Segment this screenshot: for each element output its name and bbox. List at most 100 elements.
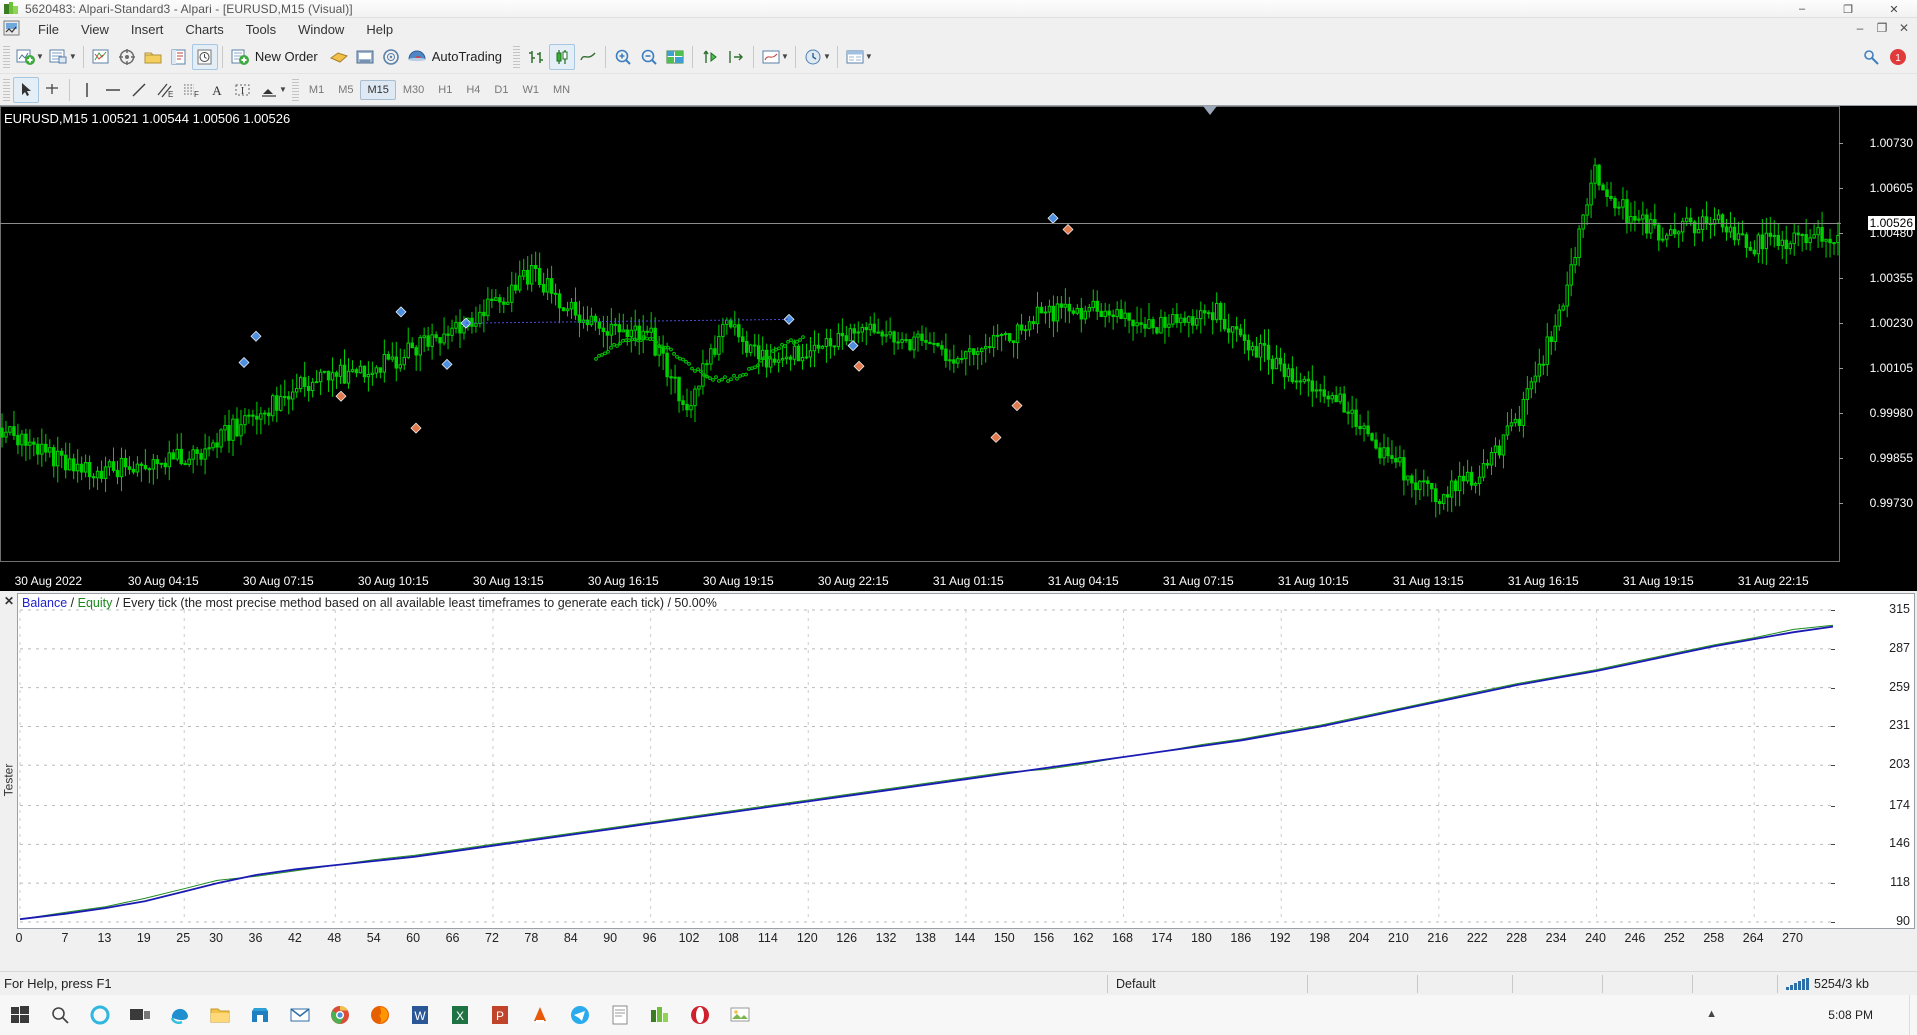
vertical-line-icon[interactable] xyxy=(74,77,100,103)
menu-window[interactable]: Window xyxy=(287,20,355,39)
auto-scroll-icon[interactable] xyxy=(378,44,404,70)
photos-icon[interactable] xyxy=(720,995,760,1035)
graph-x-label-1: 7 xyxy=(61,931,69,945)
vlc-icon[interactable] xyxy=(520,995,560,1035)
chevron-up-icon[interactable]: ▲ xyxy=(1706,1008,1717,1020)
indicators-icon[interactable] xyxy=(758,44,784,70)
strategy-tester-icon[interactable] xyxy=(191,43,218,70)
graph-x-label-26: 156 xyxy=(1033,931,1055,945)
status-cell-5 xyxy=(1602,974,1692,993)
status-cell-3 xyxy=(1417,974,1512,993)
trendline-icon[interactable] xyxy=(126,77,152,103)
price-axis[interactable]: 1.00730 1.00605 1.00526 1.00480 1.00355 … xyxy=(1839,106,1917,591)
close-icon[interactable]: ✕ xyxy=(2,594,16,608)
autotrading-icon[interactable] xyxy=(404,44,430,70)
menu-charts[interactable]: Charts xyxy=(174,20,234,39)
graph-x-label-10: 60 xyxy=(406,931,421,945)
search-icon[interactable] xyxy=(40,995,80,1035)
menu-insert[interactable]: Insert xyxy=(120,20,175,39)
timeframe-d1[interactable]: D1 xyxy=(487,80,515,100)
expert-advisors-icon[interactable] xyxy=(326,44,352,70)
close-button[interactable]: ✕ xyxy=(1871,0,1917,18)
timeframe-m30[interactable]: M30 xyxy=(396,80,431,100)
horizontal-line-icon[interactable] xyxy=(100,77,126,103)
new-chart-icon[interactable] xyxy=(13,44,39,70)
excel-icon[interactable]: X xyxy=(440,995,480,1035)
candlestick-chart-icon[interactable] xyxy=(549,43,576,70)
zoom-out-icon[interactable] xyxy=(636,44,662,70)
bar-chart-icon[interactable] xyxy=(523,44,549,70)
telegram-icon[interactable] xyxy=(560,995,600,1035)
timeframe-m5[interactable]: M5 xyxy=(331,80,360,100)
arrows-icon[interactable] xyxy=(256,77,282,103)
toolbar-grip-2[interactable] xyxy=(513,45,521,68)
opera-icon[interactable] xyxy=(680,995,720,1035)
timeframe-w1[interactable]: W1 xyxy=(515,80,546,100)
menu-help[interactable]: Help xyxy=(355,20,404,39)
periods-icon[interactable] xyxy=(800,44,826,70)
search-key-icon[interactable] xyxy=(1859,44,1885,70)
cortana-icon[interactable] xyxy=(80,995,120,1035)
new-order-icon[interactable] xyxy=(227,44,253,70)
price-label-5: 1.00105 xyxy=(1869,361,1913,375)
line-toolbar-grip[interactable] xyxy=(3,78,10,101)
firefox-icon[interactable] xyxy=(360,995,400,1035)
chart-shift-icon[interactable] xyxy=(723,44,749,70)
graph-x-label-36: 216 xyxy=(1427,931,1449,945)
timeframe-grip[interactable] xyxy=(291,78,299,101)
timeframe-m15[interactable]: M15 xyxy=(360,79,396,100)
status-profile[interactable]: Default xyxy=(1107,974,1307,993)
price-chart-pane[interactable]: EURUSD,M15 1.00521 1.00544 1.00506 1.005… xyxy=(0,106,1917,591)
autotrading-label[interactable]: AutoTrading xyxy=(432,49,502,64)
mdi-close-button[interactable]: ✕ xyxy=(1893,19,1915,37)
notification-badge[interactable]: 1 xyxy=(1885,44,1911,70)
mail-icon[interactable] xyxy=(280,995,320,1035)
cursor-icon[interactable] xyxy=(13,76,39,103)
mdi-minimize-button[interactable]: – xyxy=(1849,19,1871,37)
mdi-restore-button[interactable]: ❐ xyxy=(1871,19,1893,37)
store-icon[interactable] xyxy=(240,995,280,1035)
metaeditor-icon[interactable] xyxy=(352,44,378,70)
auto-scroll-right-icon[interactable] xyxy=(697,44,723,70)
chart-grid-icon[interactable] xyxy=(662,44,688,70)
word-icon[interactable]: W xyxy=(400,995,440,1035)
terminal-icon[interactable] xyxy=(166,44,192,70)
file-explorer-icon[interactable] xyxy=(200,995,240,1035)
menu-view[interactable]: View xyxy=(70,20,120,39)
templates-icon[interactable] xyxy=(842,44,868,70)
toolbar-grip[interactable] xyxy=(3,45,10,68)
powerpoint-icon[interactable]: P xyxy=(480,995,520,1035)
crosshair-icon[interactable] xyxy=(39,77,65,103)
timeframe-h4[interactable]: H4 xyxy=(459,80,487,100)
text-icon[interactable]: A xyxy=(204,77,230,103)
graph-x-axis: 0 7 13 19 25 30 36 42 48 54 60 66 72 78 84 90 96 102 108 11… xyxy=(16,931,1915,951)
text-label-icon[interactable]: I xyxy=(230,77,256,103)
data-window-icon[interactable] xyxy=(140,44,166,70)
market-watch-icon[interactable] xyxy=(88,44,114,70)
chrome-icon[interactable] xyxy=(320,995,360,1035)
equity-graph[interactable]: Balance / Equity / Every tick (the most … xyxy=(17,593,1915,929)
timeframe-m1[interactable]: M1 xyxy=(302,80,331,100)
edge-icon[interactable] xyxy=(160,995,200,1035)
fibonacci-retracement-icon[interactable]: F xyxy=(178,77,204,103)
menu-file[interactable]: File xyxy=(27,20,70,39)
minimize-button[interactable]: – xyxy=(1779,0,1825,18)
tester-side-tab[interactable]: Tester xyxy=(0,615,16,945)
menu-tools[interactable]: Tools xyxy=(235,20,287,39)
zoom-in-icon[interactable] xyxy=(610,44,636,70)
timeframe-mn[interactable]: MN xyxy=(546,80,577,100)
taskbar-clock[interactable]: 5:08 PM xyxy=(1828,995,1873,1035)
show-desktop-button[interactable] xyxy=(1909,995,1917,1035)
metatrader-icon[interactable] xyxy=(640,995,680,1035)
notepad-icon[interactable] xyxy=(600,995,640,1035)
timeframe-h1[interactable]: H1 xyxy=(431,80,459,100)
line-chart-icon[interactable] xyxy=(575,44,601,70)
maximize-button[interactable]: ❐ xyxy=(1825,0,1871,18)
navigator-icon[interactable] xyxy=(114,44,140,70)
document-icon[interactable] xyxy=(3,20,23,38)
equidistant-channel-icon[interactable]: E xyxy=(152,77,178,103)
profiles-icon[interactable] xyxy=(46,44,72,70)
start-icon[interactable] xyxy=(0,995,40,1035)
task-view-icon[interactable] xyxy=(120,995,160,1035)
new-order-label[interactable]: New Order xyxy=(255,49,318,64)
